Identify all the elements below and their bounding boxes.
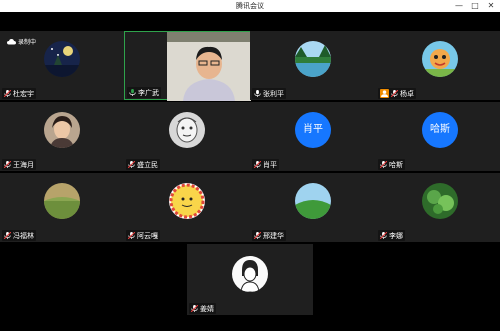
minimize-button[interactable]: — [452, 0, 466, 12]
participant-tile[interactable]: 邢建华 [250, 173, 376, 242]
host-badge-icon [380, 89, 389, 98]
close-button[interactable]: ✕ [484, 0, 498, 12]
avatar [169, 112, 205, 148]
participant-tile[interactable]: 李娜 [376, 173, 500, 242]
mic-muted-icon [380, 232, 387, 239]
maximize-button[interactable]: □ [468, 0, 482, 12]
participant-name: 姜婧 [200, 304, 214, 313]
text-avatar: 哈斯 [422, 112, 458, 148]
mic-active-icon [129, 89, 136, 96]
mic-muted-icon [391, 90, 398, 97]
window-title: 腾讯会议 [236, 2, 264, 10]
participant-name: 阿云嘎 [137, 231, 158, 240]
participant-label: 李娜 [378, 230, 405, 241]
participant-label: 王海月 [2, 159, 36, 170]
mic-muted-icon [128, 161, 135, 168]
avatar [422, 41, 458, 77]
participant-name: 邢建华 [263, 231, 284, 240]
participant-tile[interactable]: 阿云嘎 [124, 173, 250, 242]
participant-tile[interactable]: 杨卓 [376, 31, 500, 100]
participant-name: 冯福林 [13, 231, 34, 240]
participant-tile[interactable]: 录制中 杜宏宇 [0, 31, 124, 100]
participant-label: 冯福林 [2, 230, 36, 241]
mic-muted-icon [254, 161, 261, 168]
mic-muted-icon [4, 161, 11, 168]
avatar [295, 183, 331, 219]
participant-name: 哈斯 [389, 160, 403, 169]
participant-label: 杨卓 [378, 88, 416, 99]
avatar [232, 256, 268, 292]
participant-label: 阿云嘎 [126, 230, 160, 241]
participant-name: 肖平 [263, 160, 277, 169]
participant-tile[interactable]: 哈斯 哈斯 [376, 102, 500, 171]
participant-name: 王海月 [13, 160, 34, 169]
avatar [44, 41, 80, 77]
participant-label: 盛立民 [126, 159, 160, 170]
cloud-icon [7, 38, 16, 44]
mic-icon [254, 90, 261, 97]
participant-tile[interactable]: 姜婧 [187, 244, 313, 315]
avatar [422, 183, 458, 219]
avatar [169, 183, 205, 219]
text-avatar: 肖平 [295, 112, 331, 148]
video-feed [167, 32, 251, 101]
title-bar: 腾讯会议 — □ ✕ [0, 0, 500, 12]
mic-muted-icon [128, 232, 135, 239]
participant-tile[interactable]: 盛立民 [124, 102, 250, 171]
avatar [44, 112, 80, 148]
mic-muted-icon [191, 305, 198, 312]
participant-label: 杜宏宇 [2, 88, 36, 99]
participant-tile[interactable]: 冯福林 [0, 173, 124, 242]
participant-label: 邢建华 [252, 230, 286, 241]
participant-tile[interactable]: 张利平 [250, 31, 376, 100]
participant-label: 哈斯 [378, 159, 405, 170]
participant-label: 肖平 [252, 159, 279, 170]
participant-name: 张利平 [263, 89, 284, 98]
avatar [295, 41, 331, 77]
avatar [44, 183, 80, 219]
participant-tile[interactable]: 肖平 肖平 [250, 102, 376, 171]
recording-label: 录制中 [18, 39, 37, 46]
participant-name: 杨卓 [400, 89, 414, 98]
mic-muted-icon [380, 161, 387, 168]
participant-name: 李广武 [138, 88, 159, 97]
participant-name: 盛立民 [137, 160, 158, 169]
participant-label: 李广武 [127, 87, 161, 98]
participant-tile[interactable]: 王海月 [0, 102, 124, 171]
participant-name: 李娜 [389, 231, 403, 240]
mic-muted-icon [4, 232, 11, 239]
participant-label: 张利平 [252, 88, 286, 99]
mic-muted-icon [4, 90, 11, 97]
recording-indicator: 录制中 [7, 37, 36, 46]
participant-name: 杜宏宇 [13, 89, 34, 98]
participant-tile-active[interactable]: 李广武 [124, 31, 251, 101]
participant-label: 姜婧 [189, 303, 216, 314]
mic-muted-icon [254, 232, 261, 239]
